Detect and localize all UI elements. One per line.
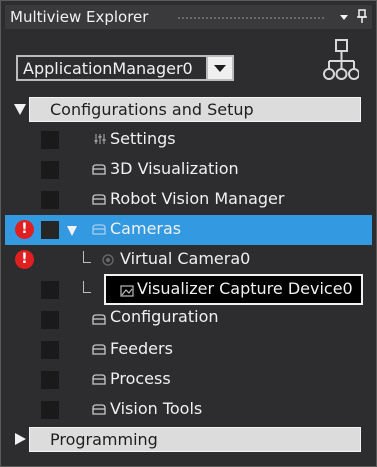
- panel-titlebar[interactable]: Multiview Explorer: [5, 5, 372, 29]
- tree-item-label: Configuration: [110, 307, 219, 326]
- checkbox[interactable]: [41, 161, 59, 179]
- checkbox[interactable]: [41, 191, 59, 209]
- tree-item-visualizer-capture[interactable]: Visualizer Capture Device0: [5, 274, 372, 305]
- hierarchy-icon[interactable]: [323, 39, 359, 87]
- camera-icon: [102, 254, 114, 266]
- tree-connector: [83, 281, 91, 293]
- tree-item-label: Virtual Camera0: [120, 249, 251, 268]
- tree-header-programming[interactable]: Programming: [5, 425, 372, 454]
- collapse-arrow-icon[interactable]: [15, 433, 26, 445]
- checkbox[interactable]: [41, 131, 59, 149]
- expand-arrow-icon[interactable]: [67, 226, 77, 236]
- tree-item-settings[interactable]: Settings: [5, 125, 372, 155]
- error-icon: !: [15, 250, 34, 269]
- tree-item-feeders[interactable]: Feeders: [5, 335, 372, 365]
- tree-item-process[interactable]: Process: [5, 365, 372, 395]
- error-icon: !: [15, 220, 34, 239]
- checkbox[interactable]: [41, 401, 59, 419]
- tree-item-label: Visualizer Capture Device0: [137, 279, 353, 298]
- tree-item-label: Feeders: [110, 339, 173, 358]
- checkbox[interactable]: [41, 281, 59, 299]
- checkbox[interactable]: [41, 311, 59, 329]
- explorer-toolbar: ApplicationManager0: [5, 35, 372, 93]
- chevron-down-icon[interactable]: [336, 7, 352, 25]
- tree-item-label: Settings: [110, 129, 176, 148]
- checkbox[interactable]: [41, 221, 59, 239]
- panel-title: Multiview Explorer: [10, 8, 149, 26]
- header-label: Configurations and Setup: [50, 100, 254, 119]
- tree-header-configurations[interactable]: Configurations and Setup: [5, 95, 372, 124]
- multiview-explorer-panel: Multiview Explorer ApplicationManager0 C…: [0, 0, 377, 467]
- project-selector[interactable]: ApplicationManager0: [16, 55, 234, 81]
- folder-icon: [92, 404, 106, 415]
- project-selector-value: ApplicationManager0: [23, 59, 193, 78]
- drag-grip[interactable]: [177, 16, 325, 20]
- tree-item-label: 3D Visualization: [110, 159, 239, 178]
- folder-icon: [92, 164, 106, 175]
- expand-arrow-icon[interactable]: [14, 104, 26, 115]
- tree-item-cameras[interactable]: ! Cameras: [5, 215, 372, 245]
- folder-icon: [92, 314, 106, 325]
- tree-item-3d-visualization[interactable]: 3D Visualization: [5, 155, 372, 185]
- header-bar: Programming: [29, 427, 361, 452]
- tree-item-robot-vision-manager[interactable]: Robot Vision Manager: [5, 185, 372, 215]
- folder-icon: [92, 374, 106, 385]
- tree-connector: [83, 251, 91, 263]
- tree-item-vision-tools[interactable]: Vision Tools: [5, 395, 372, 425]
- image-icon: [120, 285, 134, 297]
- header-label: Programming: [50, 430, 158, 449]
- tree-item-label: Vision Tools: [110, 399, 203, 418]
- tree-item-label: Robot Vision Manager: [110, 189, 285, 208]
- tree-item-virtual-camera[interactable]: ! Virtual Camera0: [5, 245, 372, 275]
- tree-item-configuration[interactable]: Configuration: [5, 305, 372, 335]
- tree-item-label: Cameras: [110, 219, 182, 238]
- header-bar: Configurations and Setup: [29, 97, 361, 122]
- chevron-down-icon[interactable]: [206, 57, 232, 79]
- checkbox[interactable]: [41, 371, 59, 389]
- settings-icon: [94, 134, 106, 144]
- tree-item-label: Process: [110, 369, 171, 388]
- folder-icon: [92, 344, 106, 355]
- folder-icon: [92, 194, 106, 205]
- checkbox[interactable]: [41, 341, 59, 359]
- folder-icon: [92, 224, 106, 235]
- pin-icon[interactable]: [354, 7, 370, 25]
